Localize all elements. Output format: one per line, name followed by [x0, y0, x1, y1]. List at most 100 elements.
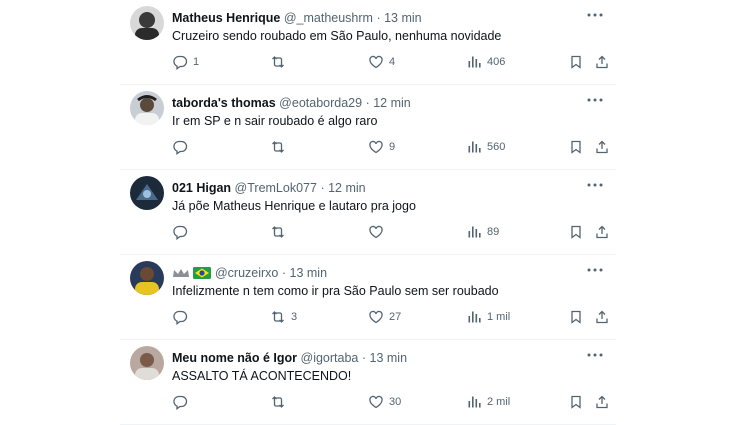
reply-button[interactable] — [172, 137, 193, 157]
reply-button[interactable] — [172, 392, 193, 412]
bookmark-icon — [571, 225, 581, 239]
reply-button[interactable] — [172, 222, 193, 242]
tweet[interactable]: Matheus Henrique @_matheushrm · 13 min C… — [120, 0, 616, 85]
reply-icon — [173, 310, 188, 325]
retweet-button[interactable] — [270, 52, 291, 72]
separator: · — [376, 11, 381, 25]
share-icon — [596, 395, 608, 409]
reply-button[interactable]: 1 — [172, 52, 199, 72]
view-count: 406 — [487, 56, 506, 68]
timestamp[interactable]: 13 min — [370, 351, 408, 365]
separator: · — [365, 96, 370, 110]
retweet-icon — [272, 56, 284, 68]
like-count: 4 — [389, 56, 396, 68]
like-button[interactable]: 9 — [368, 137, 395, 157]
heart-icon — [369, 310, 383, 324]
view-count: 89 — [487, 226, 500, 238]
tweet-actions: 89 — [172, 222, 612, 242]
author-handle[interactable]: @_matheushrm — [284, 11, 373, 25]
heart-icon — [369, 225, 383, 239]
more-icon[interactable] — [586, 93, 604, 107]
share-icon — [596, 310, 608, 324]
like-button[interactable]: 30 — [368, 392, 401, 412]
bookmark-button[interactable] — [568, 392, 584, 412]
views-button[interactable]: 89 — [466, 222, 499, 242]
views-icon — [468, 396, 481, 408]
retweet-button[interactable] — [270, 222, 291, 242]
avatar[interactable] — [130, 176, 164, 210]
avatar[interactable] — [130, 91, 164, 125]
tweet[interactable]: @cruzeirxo · 13 min Infelizmente n tem c… — [120, 255, 616, 340]
share-button[interactable] — [594, 307, 610, 327]
tweet-actions: 9 560 — [172, 137, 612, 157]
more-icon[interactable] — [586, 348, 604, 362]
timestamp[interactable]: 12 min — [328, 181, 366, 195]
views-button[interactable]: 2 mil — [466, 392, 510, 412]
separator: · — [320, 181, 325, 195]
bookmark-icon — [571, 55, 581, 69]
tweet[interactable]: taborda's thomas @eotaborda29 · 12 min I… — [120, 85, 616, 170]
share-button[interactable] — [594, 52, 610, 72]
retweet-icon — [272, 396, 284, 408]
author-handle[interactable]: @eotaborda29 — [279, 96, 362, 110]
author-handle[interactable]: @igortaba — [301, 351, 359, 365]
retweet-button[interactable] — [270, 392, 291, 412]
tweet-actions: 3 27 1 mil — [172, 307, 612, 327]
separator: · — [361, 351, 367, 365]
tweet-text: Ir em SP e n sair roubado é algo raro — [172, 114, 378, 128]
author-handle[interactable]: @cruzeirxo — [215, 266, 278, 280]
author-handle[interactable]: @TremLok077 — [235, 181, 317, 195]
view-count: 560 — [487, 141, 506, 153]
author-name[interactable]: Meu nome não é Igor — [172, 351, 297, 365]
more-icon[interactable] — [586, 178, 604, 192]
tweet[interactable]: Meu nome não é Igor @igortaba · 13 min A… — [120, 340, 616, 425]
reply-button[interactable] — [172, 307, 193, 327]
share-button[interactable] — [594, 222, 610, 242]
author-name[interactable]: 021 Higan — [172, 181, 231, 195]
tweet-header: taborda's thomas @eotaborda29 · 12 min — [172, 95, 411, 111]
bookmark-button[interactable] — [568, 307, 584, 327]
brazil-flag-icon — [193, 267, 212, 283]
retweet-button[interactable] — [270, 137, 291, 157]
like-count: 27 — [389, 311, 402, 323]
reply-count: 1 — [193, 56, 200, 68]
bookmark-button[interactable] — [568, 222, 584, 242]
timestamp[interactable]: 13 min — [384, 11, 422, 25]
author-name[interactable]: Matheus Henrique — [172, 11, 280, 25]
view-count: 2 mil — [487, 396, 511, 408]
reply-icon — [173, 225, 188, 240]
more-icon[interactable] — [586, 263, 604, 277]
retweet-button[interactable]: 3 — [270, 307, 297, 327]
share-button[interactable] — [594, 392, 610, 412]
tweet[interactable]: 021 Higan @TremLok077 · 12 min Já põe Ma… — [120, 170, 616, 255]
reply-icon — [173, 55, 188, 70]
like-button[interactable]: 27 — [368, 307, 401, 327]
avatar[interactable] — [130, 6, 164, 40]
timestamp[interactable]: 12 min — [373, 96, 411, 110]
tweet-actions: 30 2 mil — [172, 392, 612, 412]
views-icon — [468, 141, 481, 153]
share-button[interactable] — [594, 137, 610, 157]
bookmark-button[interactable] — [568, 52, 584, 72]
views-icon — [468, 226, 481, 238]
views-button[interactable]: 1 mil — [466, 307, 510, 327]
retweet-icon — [272, 226, 284, 238]
tweet-text: Já põe Matheus Henrique e lautaro pra jo… — [172, 199, 416, 213]
tweet-actions: 1 4 406 — [172, 52, 612, 72]
tweet-header: Meu nome não é Igor @igortaba · 13 min — [172, 350, 407, 366]
like-button[interactable] — [368, 222, 389, 242]
bookmark-button[interactable] — [568, 137, 584, 157]
retweet-icon — [272, 141, 284, 153]
like-count: 30 — [389, 396, 402, 408]
views-button[interactable]: 560 — [466, 137, 505, 157]
tweet-text: Infelizmente n tem como ir pra São Paulo… — [172, 284, 499, 298]
replies-feed: Matheus Henrique @_matheushrm · 13 min C… — [120, 0, 616, 425]
more-icon[interactable] — [586, 8, 604, 22]
heart-icon — [369, 395, 383, 409]
author-name[interactable]: taborda's thomas — [172, 96, 276, 110]
avatar[interactable] — [130, 346, 164, 380]
like-button[interactable]: 4 — [368, 52, 395, 72]
avatar[interactable] — [130, 261, 164, 295]
timestamp[interactable]: 13 min — [290, 266, 328, 280]
views-button[interactable]: 406 — [466, 52, 505, 72]
